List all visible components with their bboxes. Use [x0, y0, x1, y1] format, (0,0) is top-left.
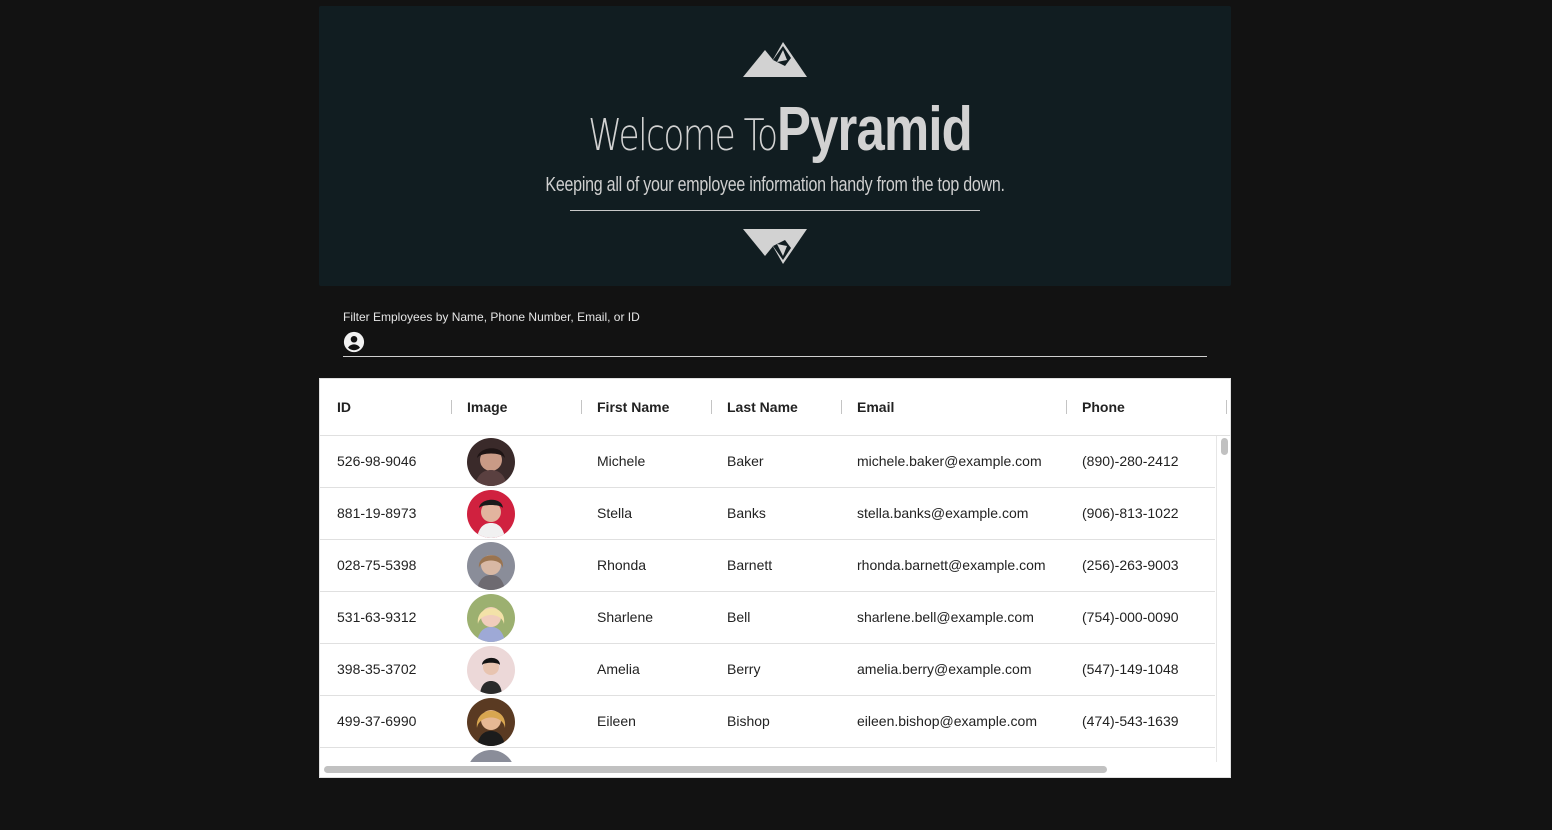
column-separator[interactable]	[711, 400, 712, 414]
cell-phone: (256)-263-9003	[1082, 557, 1179, 573]
table-body: 526-98-9046 Michele Baker michele.baker@…	[320, 436, 1215, 762]
column-separator[interactable]	[1226, 400, 1227, 414]
column-separator[interactable]	[1066, 400, 1067, 414]
column-header-email[interactable]: Email	[857, 379, 894, 435]
table-header: ID Image First Name Last Name Email Phon…	[320, 379, 1230, 436]
account-circle-icon	[343, 331, 365, 353]
column-separator[interactable]	[841, 400, 842, 414]
employee-table: ID Image First Name Last Name Email Phon…	[319, 378, 1231, 778]
avatar	[467, 594, 515, 642]
cell-email: michele.baker@example.com	[857, 453, 1042, 469]
column-separator[interactable]	[581, 400, 582, 414]
cell-phone: (547)-149-1048	[1082, 661, 1179, 677]
cell-id: 499-37-6990	[337, 713, 417, 729]
cell-phone: (906)-813-1022	[1082, 505, 1179, 521]
cell-last-name: Bishop	[727, 713, 770, 729]
table-row[interactable]: 499-37-6990 Eileen Bishop eileen.bishop@…	[320, 696, 1215, 748]
hero-banner: Welcome ToPyramid Keeping all of your em…	[319, 6, 1231, 286]
avatar	[467, 542, 515, 590]
cell-id: 881-19-8973	[337, 505, 417, 521]
table-row[interactable]	[320, 748, 1215, 762]
horizontal-scroll-thumb[interactable]	[324, 766, 1107, 773]
column-header-id[interactable]: ID	[337, 379, 351, 435]
table-row[interactable]: 526-98-9046 Michele Baker michele.baker@…	[320, 436, 1215, 488]
cell-phone: (754)-000-0090	[1082, 609, 1179, 625]
cell-first-name: Stella	[597, 505, 633, 521]
table-row[interactable]: 028-75-5398 Rhonda Barnett rhonda.barnet…	[320, 540, 1215, 592]
pyramid-logo-inverted-icon	[743, 229, 807, 264]
column-header-phone[interactable]: Phone	[1082, 379, 1125, 435]
filter-underline	[343, 356, 1207, 357]
column-header-first-name[interactable]: First Name	[597, 379, 669, 435]
pyramid-logo-icon	[743, 42, 807, 77]
cell-phone: (890)-280-2412	[1082, 453, 1179, 469]
cell-first-name: Sharlene	[597, 609, 654, 625]
cell-phone: (474)-543-1639	[1082, 713, 1179, 729]
vertical-scroll-thumb[interactable]	[1221, 438, 1228, 455]
table-row[interactable]: 398-35-3702 Amelia Berry amelia.berry@ex…	[320, 644, 1215, 696]
filter-input[interactable]	[372, 330, 1206, 356]
cell-email: amelia.berry@example.com	[857, 661, 1032, 677]
avatar	[467, 438, 515, 486]
cell-last-name: Banks	[727, 505, 766, 521]
page-title: Welcome ToPyramid	[319, 94, 1231, 165]
cell-id: 398-35-3702	[337, 661, 417, 677]
hero-divider	[570, 210, 980, 211]
cell-last-name: Baker	[727, 453, 764, 469]
cell-first-name: Amelia	[597, 661, 640, 677]
cell-email: rhonda.barnett@example.com	[857, 557, 1046, 573]
title-brand: Pyramid	[776, 95, 973, 164]
table-row[interactable]: 881-19-8973 Stella Banks stella.banks@ex…	[320, 488, 1215, 540]
cell-last-name: Berry	[727, 661, 761, 677]
cell-first-name: Rhonda	[597, 557, 647, 573]
column-header-image[interactable]: Image	[467, 379, 507, 435]
cell-email: stella.banks@example.com	[857, 505, 1029, 521]
cell-first-name: Eileen	[597, 713, 636, 729]
horizontal-scrollbar[interactable]	[320, 762, 1230, 777]
avatar	[467, 698, 515, 746]
table-row[interactable]: 531-63-9312 Sharlene Bell sharlene.bell@…	[320, 592, 1215, 644]
title-welcome: Welcome To	[588, 110, 779, 161]
avatar	[467, 646, 515, 694]
subtitle-text: Keeping all of your employee information…	[545, 174, 1005, 196]
cell-last-name: Bell	[727, 609, 751, 625]
cell-first-name: Michele	[597, 453, 646, 469]
cell-email: sharlene.bell@example.com	[857, 609, 1034, 625]
cell-id: 531-63-9312	[337, 609, 417, 625]
cell-last-name: Barnett	[727, 557, 773, 573]
avatar	[467, 490, 515, 538]
cell-email: eileen.bishop@example.com	[857, 713, 1037, 729]
vertical-scrollbar[interactable]	[1216, 436, 1230, 762]
cell-id: 028-75-5398	[337, 557, 417, 573]
cell-id: 526-98-9046	[337, 453, 417, 469]
column-separator[interactable]	[451, 400, 452, 414]
avatar	[467, 750, 515, 762]
column-header-last-name[interactable]: Last Name	[727, 379, 798, 435]
filter-label: Filter Employees by Name, Phone Number, …	[343, 310, 640, 324]
page-subtitle: Keeping all of your employee information…	[319, 174, 1231, 197]
